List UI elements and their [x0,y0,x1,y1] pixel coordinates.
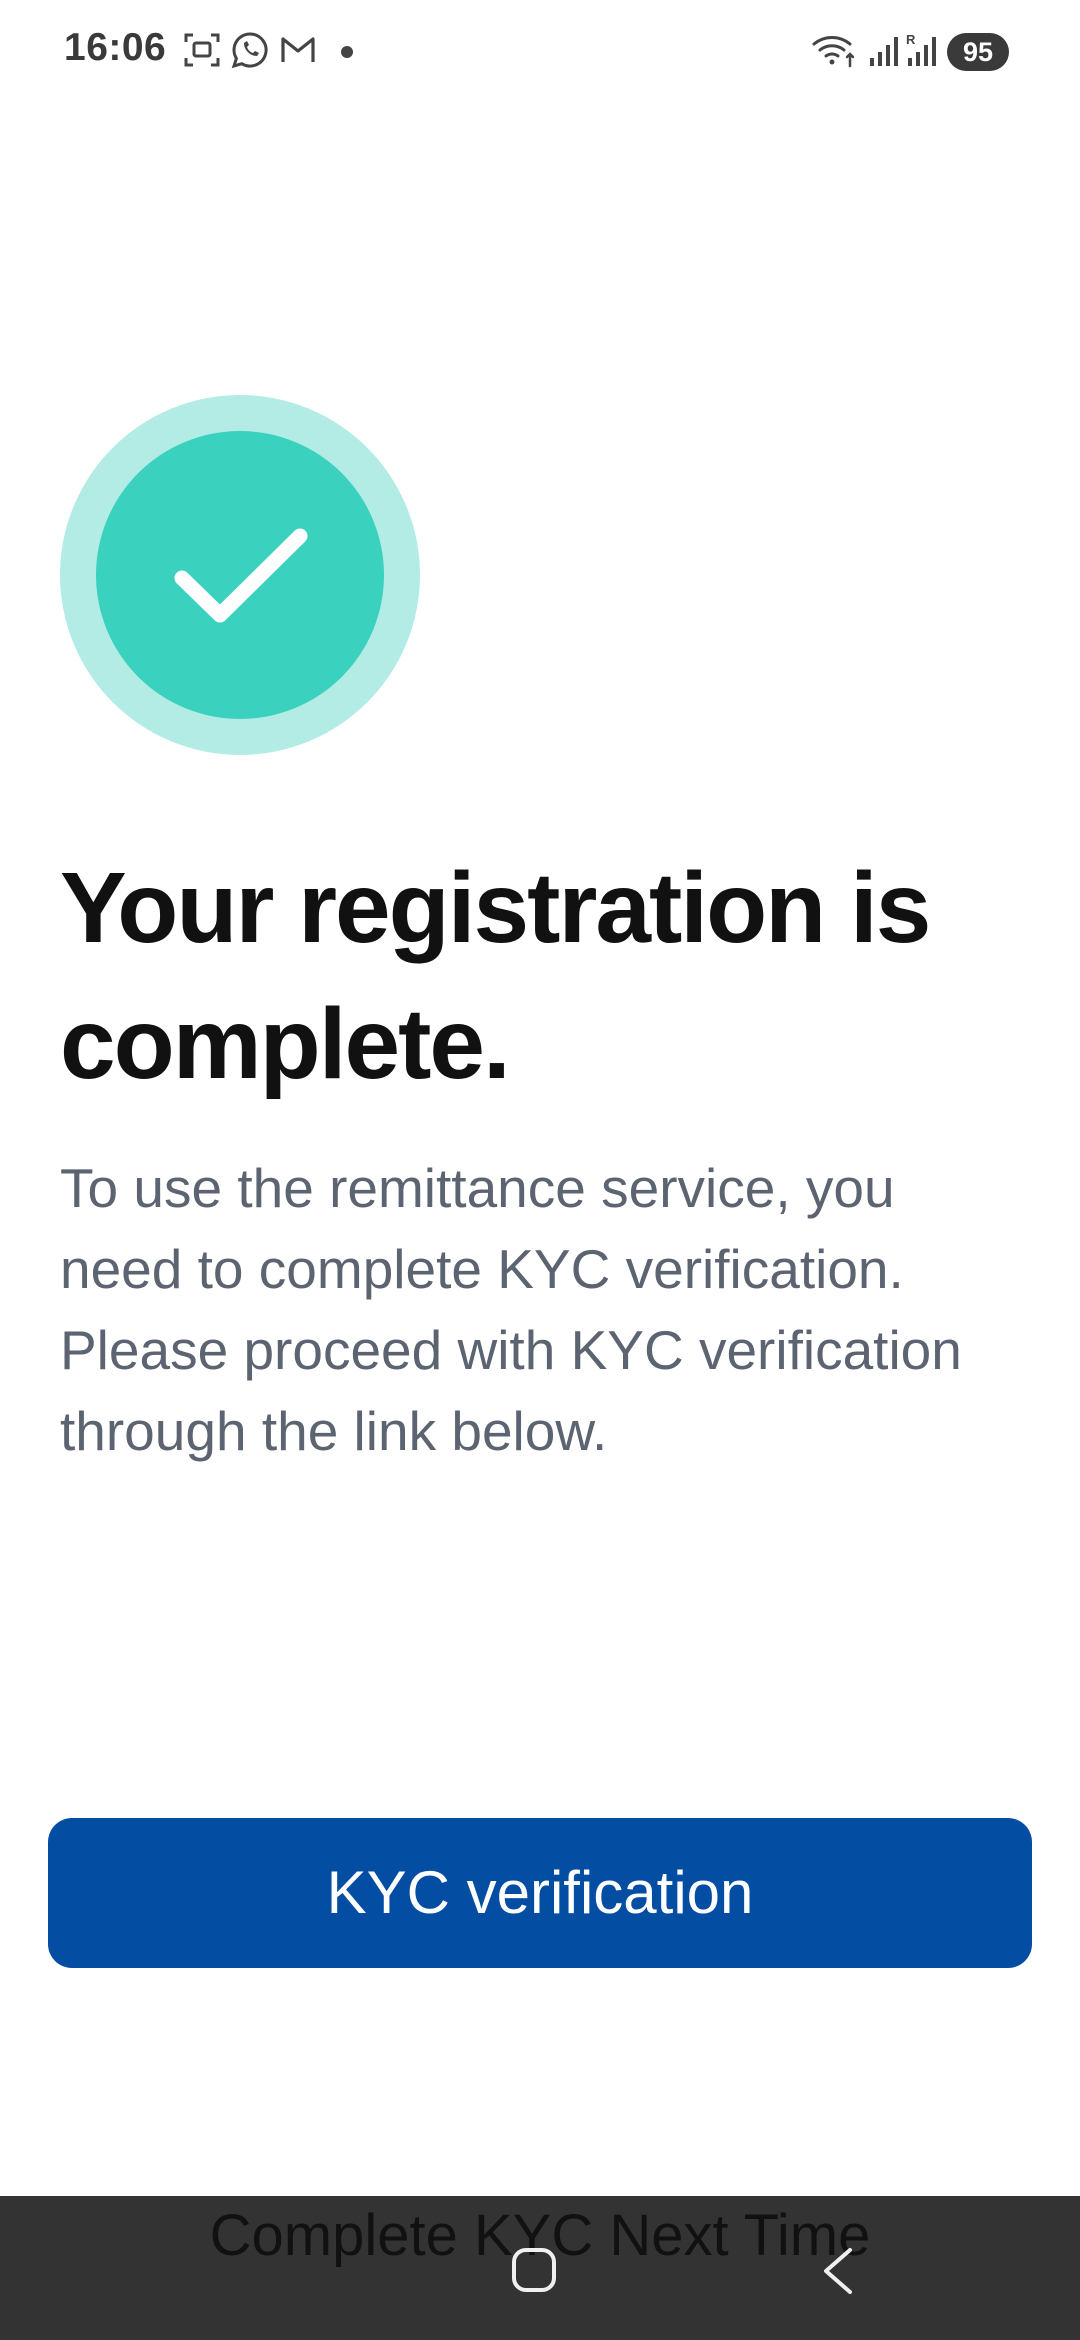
home-icon[interactable] [510,2246,558,2294]
registration-complete-screen: 16:06 R 95 Your registration is complete… [0,0,1080,2340]
checkmark-circle-icon [60,395,420,755]
back-icon[interactable] [818,2246,858,2296]
signal-icon [866,30,906,70]
kyc-verification-button[interactable]: KYC verification [48,1818,1032,1968]
dot-icon [341,46,353,58]
signal-roaming-icon: R [904,30,944,70]
status-time: 16:06 [64,26,167,69]
whatsapp-icon [230,30,270,70]
screenshot-icon [182,30,222,70]
wifi-icon [810,30,858,70]
page-title: Your registration is complete. [60,852,931,1100]
status-bar: 16:06 R 95 [0,0,1080,104]
kyc-description: To use the remittance service, you need … [60,1157,962,1462]
gmail-icon [278,30,318,70]
svg-text:R: R [906,32,916,47]
battery-indicator: 95 [947,33,1009,71]
